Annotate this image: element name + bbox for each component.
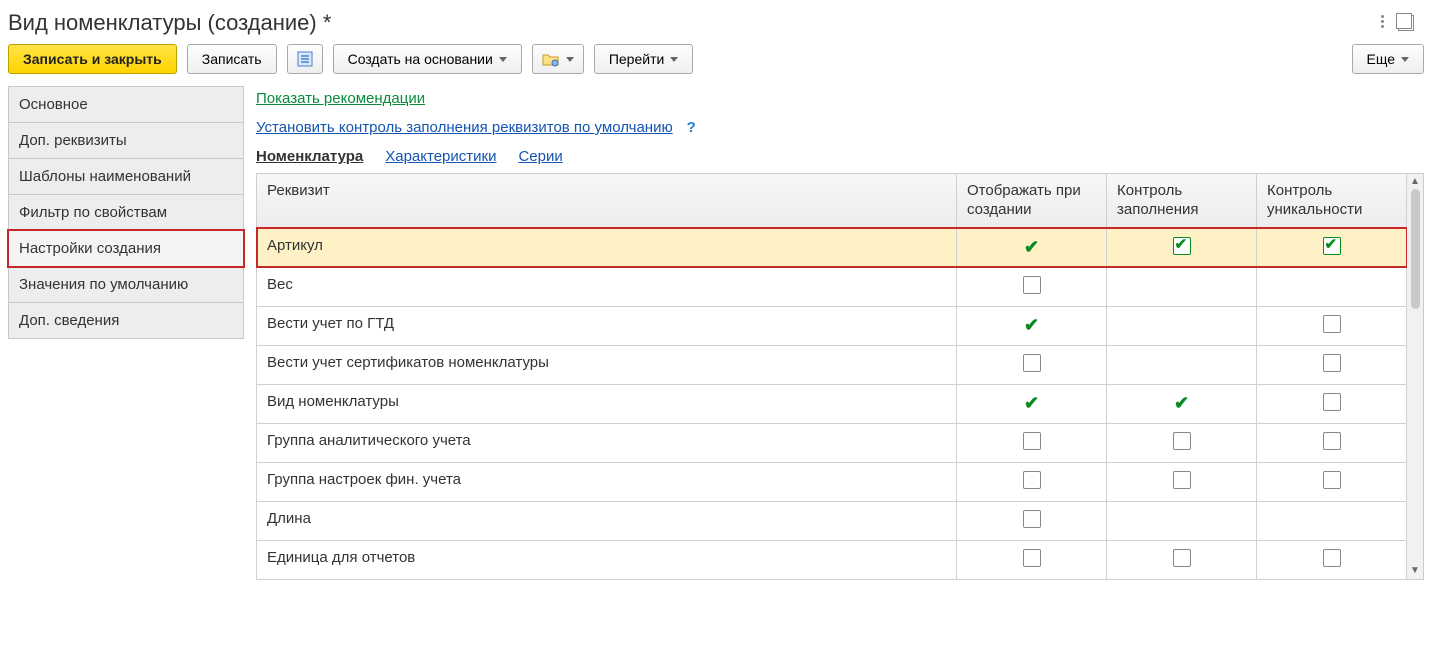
attr-name-cell[interactable]: Вес	[257, 267, 957, 306]
folder-gear-icon	[542, 51, 560, 67]
save-and-close-button[interactable]: Записать и закрыть	[8, 44, 177, 74]
sidebar-item[interactable]: Доп. сведения	[8, 302, 244, 339]
attr-name-cell[interactable]: Артикул	[257, 228, 957, 267]
more-label: Еще	[1367, 51, 1396, 67]
window-restore-icon[interactable]	[1398, 15, 1414, 31]
sidebar-item[interactable]: Настройки создания	[8, 230, 244, 267]
checkbox[interactable]	[1173, 549, 1191, 567]
scroll-down-icon[interactable]: ▼	[1410, 566, 1420, 576]
checkbox[interactable]	[1023, 432, 1041, 450]
checkbox[interactable]	[1323, 432, 1341, 450]
checkbox[interactable]	[1173, 237, 1191, 255]
vertical-scrollbar[interactable]: ▲ ▼	[1407, 173, 1424, 580]
checkbox[interactable]	[1023, 510, 1041, 528]
sidebar-item[interactable]: Значения по умолчанию	[8, 266, 244, 303]
checkbox[interactable]	[1323, 471, 1341, 489]
checkmark-icon: ✔	[1024, 393, 1039, 413]
grid-wrap: Реквизит Отображать при создании Контрол…	[256, 173, 1424, 580]
list-icon-button[interactable]	[287, 44, 323, 74]
checkmark-icon: ✔	[1174, 393, 1189, 413]
show-recommendations-link[interactable]: Показать рекомендации	[256, 90, 425, 107]
sidebar-item[interactable]: Доп. реквизиты	[8, 122, 244, 159]
checkmark-icon: ✔	[1024, 237, 1039, 257]
create-based-on-button[interactable]: Создать на основании	[333, 44, 522, 74]
checkmark-icon: ✔	[1024, 315, 1039, 335]
chevron-down-icon	[670, 57, 678, 62]
sidebar: ОсновноеДоп. реквизитыШаблоны наименован…	[8, 86, 244, 339]
col-fill-control[interactable]: Контроль заполнения	[1107, 174, 1257, 229]
table-row[interactable]: Вес	[257, 267, 1407, 306]
attr-name-cell[interactable]: Длина	[257, 501, 957, 540]
checkbox[interactable]	[1023, 471, 1041, 489]
checkbox[interactable]	[1023, 354, 1041, 372]
scroll-thumb[interactable]	[1411, 189, 1420, 309]
subtab[interactable]: Номенклатура	[256, 148, 363, 165]
header-icons	[1381, 15, 1424, 31]
page-root: Вид номенклатуры (создание) * Записать и…	[0, 0, 1432, 652]
table-row[interactable]: Группа аналитического учета	[257, 423, 1407, 462]
attributes-table: Реквизит Отображать при создании Контрол…	[256, 173, 1407, 580]
help-icon[interactable]: ?	[687, 119, 696, 136]
checkbox[interactable]	[1323, 393, 1341, 411]
chevron-down-icon	[499, 57, 507, 62]
attr-name-cell[interactable]: Группа настроек фин. учета	[257, 462, 957, 501]
sidebar-item[interactable]: Фильтр по свойствам	[8, 194, 244, 231]
table-row[interactable]: Длина	[257, 501, 1407, 540]
subtab[interactable]: Серии	[518, 148, 562, 165]
table-row[interactable]: Вид номенклатуры ✔ ✔	[257, 384, 1407, 423]
attr-name-cell[interactable]: Вести учет по ГТД	[257, 306, 957, 345]
sidebar-item[interactable]: Шаблоны наименований	[8, 158, 244, 195]
attr-name-cell[interactable]: Вести учет сертификатов номенклатуры	[257, 345, 957, 384]
save-label: Записать	[202, 51, 262, 67]
checkbox[interactable]	[1023, 549, 1041, 567]
sidebar-item[interactable]: Основное	[8, 86, 244, 123]
goto-button[interactable]: Перейти	[594, 44, 693, 74]
header: Вид номенклатуры (создание) *	[8, 6, 1424, 44]
scroll-up-icon[interactable]: ▲	[1410, 177, 1420, 187]
chevron-down-icon	[566, 57, 574, 62]
chevron-down-icon	[1401, 57, 1409, 62]
more-button[interactable]: Еще	[1352, 44, 1425, 74]
body-area: ОсновноеДоп. реквизитыШаблоны наименован…	[8, 86, 1424, 580]
subtab[interactable]: Характеристики	[385, 148, 496, 165]
col-display-on-create[interactable]: Отображать при создании	[957, 174, 1107, 229]
attr-name-cell[interactable]: Единица для отчетов	[257, 540, 957, 579]
save-button[interactable]: Записать	[187, 44, 277, 74]
table-row[interactable]: Вести учет сертификатов номенклатуры	[257, 345, 1407, 384]
create-based-on-label: Создать на основании	[348, 51, 493, 67]
checkbox[interactable]	[1323, 237, 1341, 255]
main-panel: Показать рекомендации Установить контрол…	[256, 86, 1424, 580]
table-row[interactable]: Артикул ✔	[257, 228, 1407, 267]
checkbox[interactable]	[1173, 471, 1191, 489]
attr-name-cell[interactable]: Группа аналитического учета	[257, 423, 957, 462]
checkbox[interactable]	[1323, 315, 1341, 333]
checkbox[interactable]	[1173, 432, 1191, 450]
checkbox[interactable]	[1323, 354, 1341, 372]
table-row[interactable]: Единица для отчетов	[257, 540, 1407, 579]
checkbox[interactable]	[1323, 549, 1341, 567]
goto-label: Перейти	[609, 51, 664, 67]
attachments-button[interactable]	[532, 44, 584, 74]
list-icon	[297, 51, 313, 67]
attr-name-cell[interactable]: Вид номенклатуры	[257, 384, 957, 423]
kebab-menu-icon[interactable]	[1381, 15, 1384, 31]
table-row[interactable]: Вести учет по ГТД ✔	[257, 306, 1407, 345]
subtabs: Номенклатура Характеристики Серии	[256, 148, 1424, 165]
col-attribute[interactable]: Реквизит	[257, 174, 957, 229]
set-default-control-link[interactable]: Установить контроль заполнения реквизито…	[256, 119, 673, 136]
page-title: Вид номенклатуры (создание) *	[8, 10, 331, 36]
toolbar: Записать и закрыть Записать Создать на о…	[8, 44, 1424, 86]
save-and-close-label: Записать и закрыть	[23, 51, 162, 67]
table-row[interactable]: Группа настроек фин. учета	[257, 462, 1407, 501]
table-header-row: Реквизит Отображать при создании Контрол…	[257, 174, 1407, 229]
checkbox[interactable]	[1023, 276, 1041, 294]
col-unique-control[interactable]: Контроль уникальности	[1257, 174, 1407, 229]
